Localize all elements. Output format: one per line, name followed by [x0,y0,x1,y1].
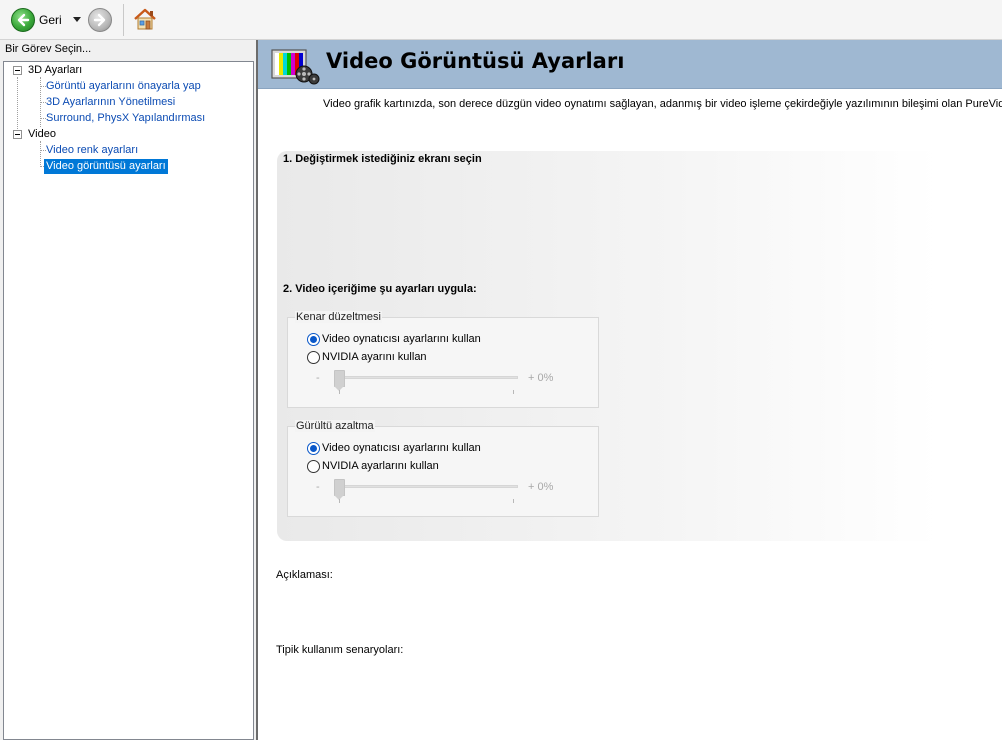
forward-button[interactable] [88,8,112,32]
noise-use-nvidia-label: NVIDIA ayarlarını kullan [322,460,439,472]
content-pane: Video Görüntüsü Ayarları Video grafik ka… [258,40,1002,740]
expander-video[interactable] [13,130,22,139]
usage-scenarios-label: Tipik kullanım senaryoları: [276,644,404,656]
noise-slider-min: - [316,481,320,493]
edge-slider-tick [513,390,514,394]
edge-use-nvidia-radio[interactable] [307,351,320,364]
home-icon[interactable] [132,6,158,32]
noise-slider-track [338,485,518,488]
edge-enhancement-group: Kenar düzeltmesi Video oynatıcısı ayarla… [287,311,599,408]
noise-slider-tick [339,499,340,503]
tree-guide-line [40,141,41,167]
noise-slider-tick [513,499,514,503]
settings-panel: 1. Değiştirmek istediğiniz ekranı seçin … [277,151,939,541]
step-1-heading: 1. Değiştirmek istediğiniz ekranı seçin [283,153,482,165]
page-intro: Video grafik kartınızda, son derece düzg… [323,98,1002,110]
toolbar: Geri [0,0,1002,40]
description-label: Açıklaması: [276,569,333,581]
tree-category-video[interactable]: Video [28,127,56,142]
tree-item-video-image[interactable]: Video görüntüsü ayarları [44,159,168,174]
tree-guide-line [17,77,18,133]
back-button[interactable] [11,8,35,32]
noise-use-player-radio[interactable] [307,442,320,455]
tree-category-3d-settings[interactable]: 3D Ayarları [28,63,82,78]
back-label[interactable]: Geri [39,13,62,27]
edge-enhancement-title: Kenar düzeltmesi [295,311,382,323]
task-tree[interactable]: 3D Ayarları Görüntü ayarlarını önayarla … [3,61,254,740]
forward-arrow-icon [93,13,106,27]
noise-use-player-label: Video oynatıcısı ayarlarını kullan [322,442,481,454]
video-settings-icon [271,49,320,85]
tree-item-video-color[interactable]: Video renk ayarları [46,143,138,158]
edge-slider-tick [339,390,340,394]
page-banner: Video Görüntüsü Ayarları [258,40,1002,89]
page-title: Video Görüntüsü Ayarları [326,49,625,73]
edge-slider-value: + 0% [528,372,554,384]
tree-item-surround-physx[interactable]: Surround, PhysX Yapılandırması [46,111,205,126]
edge-slider-thumb [334,370,345,391]
back-history-dropdown[interactable] [73,17,81,22]
edge-use-player-radio[interactable] [307,333,320,346]
noise-slider-value: + 0% [528,481,554,493]
tree-item-manage-3d[interactable]: 3D Ayarlarının Yönetilmesi [46,95,175,110]
task-pane-header: Bir Görev Seçin... [5,43,92,55]
edge-slider-track [338,376,518,379]
edge-use-nvidia-label: NVIDIA ayarını kullan [322,351,427,363]
back-arrow-icon [17,13,30,27]
noise-slider-thumb [334,479,345,500]
expander-3d-settings[interactable] [13,66,22,75]
task-pane: Bir Görev Seçin... 3D Ayarları Görüntü a… [0,40,256,740]
noise-use-nvidia-radio[interactable] [307,460,320,473]
tree-item-image-presets[interactable]: Görüntü ayarlarını önayarla yap [46,79,201,94]
edge-slider-min: - [316,372,320,384]
noise-reduction-title: Gürültü azaltma [295,420,375,432]
step-2-heading: 2. Video içeriğime şu ayarları uygula: [283,283,477,295]
noise-reduction-group: Gürültü azaltma Video oynatıcısı ayarlar… [287,420,599,517]
edge-use-player-label: Video oynatıcısı ayarlarını kullan [322,333,481,345]
toolbar-separator [123,4,124,36]
